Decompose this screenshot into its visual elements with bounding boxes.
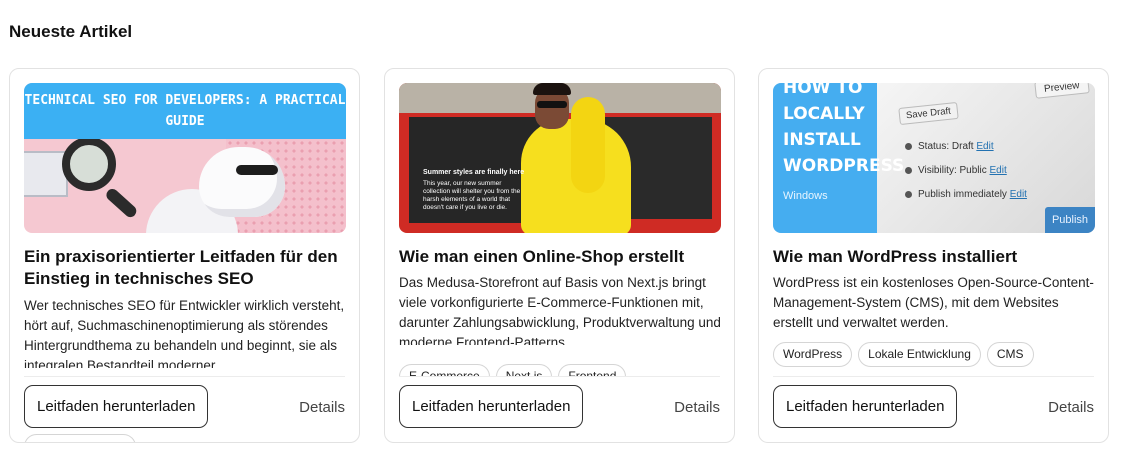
robot-visor [236, 165, 278, 175]
card-footer: Leitfaden herunterladen Details [24, 377, 345, 442]
details-link[interactable]: Details [1048, 399, 1094, 416]
section-title: Neueste Artikel [9, 22, 133, 41]
tag-chip[interactable]: Lokale Entwicklung [858, 342, 981, 367]
tag-list: WordPress Lokale Entwicklung CMS [773, 342, 1034, 367]
card-footer: Leitfaden herunterladen Details [399, 377, 720, 442]
status-text: Status: Draft [918, 141, 974, 152]
article-excerpt: WordPress ist ein kostenloses Open-Sourc… [773, 275, 1094, 330]
calendar-icon [905, 190, 912, 198]
publish-time-row: Publish immediately Edit [905, 189, 1027, 200]
article-card: Preview Save Draft Status: Draft Edit Vi… [758, 68, 1109, 443]
wordpress-editor-illustration: Preview Save Draft Status: Draft Edit Vi… [877, 83, 1095, 233]
tag-chip[interactable]: CMS [986, 342, 1034, 367]
details-link[interactable]: Details [674, 399, 720, 416]
visibility-edit-link: Edit [989, 165, 1007, 176]
magnifier-handle [103, 186, 139, 220]
download-guide-button[interactable]: Leitfaden herunterladen [773, 385, 958, 428]
download-guide-button[interactable]: Leitfaden herunterladen [399, 385, 584, 428]
details-link[interactable]: Details [299, 399, 345, 416]
thumbnail-banner-text: TECHNICAL SEO FOR DEVELOPERS: A PRACTICA… [24, 83, 346, 139]
publish-button-illustration: Publish [1045, 207, 1095, 233]
thumbnail-caption-title: Summer styles are finally here [423, 169, 525, 176]
article-excerpt: Wer technisches SEO für Entwickler wirkl… [24, 298, 345, 368]
thumbnail-subheading: Windows [783, 190, 828, 202]
article-thumbnail[interactable]: Summer styles are finally here This year… [399, 83, 721, 233]
download-guide-button[interactable]: Leitfaden herunterladen [24, 385, 209, 428]
publish-edit-link: Edit [1009, 189, 1027, 200]
raised-arm-illustration [571, 97, 605, 193]
status-edit-link: Edit [976, 141, 994, 152]
article-title[interactable]: Ein praxisorientierter Leitfaden für den… [24, 246, 348, 290]
robot-head-illustration [199, 147, 285, 217]
card-footer: Leitfaden herunterladen Details [773, 377, 1094, 442]
article-card: Summer styles are finally here This year… [384, 68, 735, 443]
sunglasses-illustration [537, 101, 567, 108]
thumbnail-title-panel: HOW TO LOCALLY INSTALL WORDPRESS Windows [773, 83, 905, 233]
article-thumbnail[interactable]: Preview Save Draft Status: Draft Edit Vi… [773, 83, 1095, 233]
article-title[interactable]: Wie man WordPress installiert [773, 246, 1097, 268]
thumbnail-heading: HOW TO LOCALLY INSTALL WORDPRESS [783, 83, 905, 176]
status-row: Status: Draft Edit [905, 141, 994, 152]
screen-illustration [24, 151, 68, 197]
tag-chip[interactable]: WordPress [773, 342, 853, 367]
eye-icon [905, 166, 912, 174]
magnifier-icon [62, 137, 116, 191]
tag-chip-overflow [24, 434, 136, 442]
save-draft-illustration: Save Draft [898, 101, 959, 126]
article-card: TECHNICAL SEO FOR DEVELOPERS: A PRACTICA… [9, 68, 360, 443]
article-excerpt: Das Medusa-Storefront auf Basis von Next… [399, 275, 721, 345]
visibility-row: Visibility: Public Edit [905, 165, 1007, 176]
hair-illustration [533, 83, 571, 95]
article-title[interactable]: Wie man einen Online-Shop erstellt [399, 246, 723, 268]
thumbnail-caption: Summer styles are finally here This year… [423, 169, 527, 212]
pin-icon [905, 142, 912, 150]
article-thumbnail[interactable]: TECHNICAL SEO FOR DEVELOPERS: A PRACTICA… [24, 83, 346, 233]
preview-button-illustration: Preview [1034, 83, 1090, 99]
publish-time-text: Publish immediately [918, 189, 1007, 200]
thumbnail-caption-text: This year, our new summer collection wil… [423, 180, 521, 211]
visibility-text: Visibility: Public [918, 165, 987, 176]
